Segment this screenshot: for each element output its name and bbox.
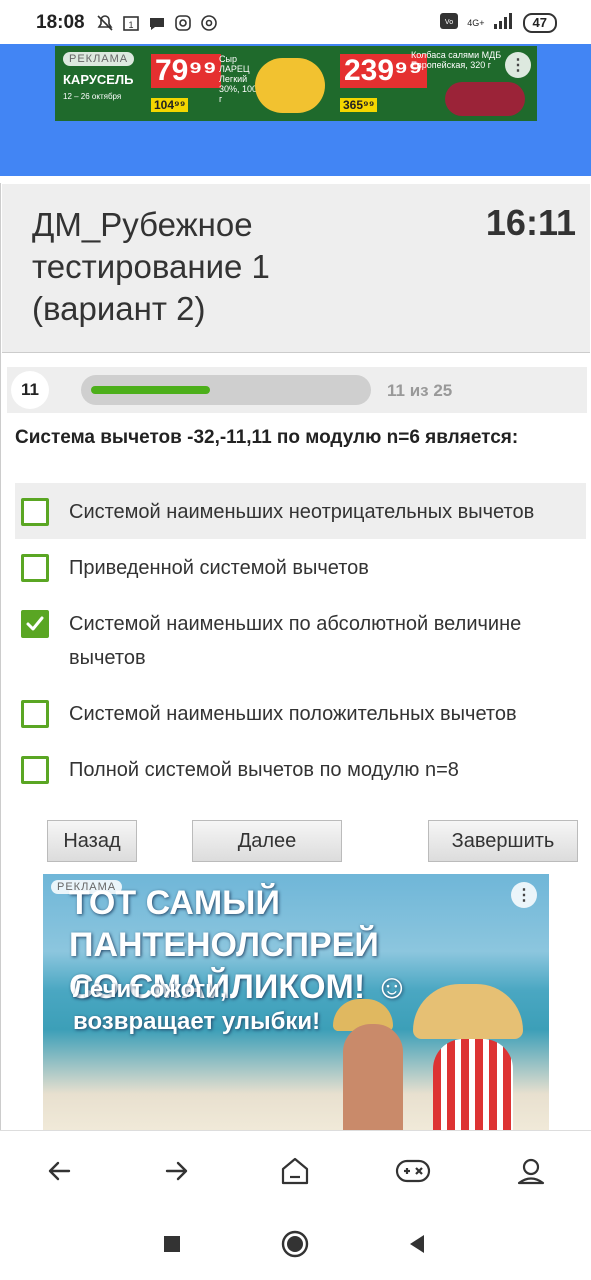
games-icon[interactable] [395, 1153, 431, 1189]
progress-fill [91, 386, 210, 394]
at-sign-icon [200, 14, 218, 37]
recents-icon[interactable] [158, 1230, 186, 1258]
quiz-card: ДМ_Рубежное тестирование 1 (вариант 2) 1… [0, 183, 591, 1133]
back-button[interactable]: Назад [47, 820, 137, 862]
answer-option[interactable]: Системой наименьших по абсолютной величи… [15, 595, 586, 685]
chat-icon [148, 14, 166, 37]
browser-top-band: РЕКЛАМА КАРУСЕЛЬ 12 – 26 октября 79⁹⁹ 10… [0, 44, 591, 176]
ad-product-2: Колбаса салями МДБ Европейская, 320 г [411, 50, 502, 70]
bottom-ad-banner[interactable]: РЕКЛАМА ТОТ САМЫЙ ПАНТЕНОЛСПРЕЙ СО СМАЙЛ… [43, 874, 549, 1133]
back-arrow-icon[interactable] [41, 1153, 77, 1189]
checkbox[interactable] [21, 498, 49, 526]
beach-people-image [323, 984, 523, 1133]
browser-nav-bar [0, 1130, 591, 1209]
answer-option[interactable]: Приведенной системой вычетов [15, 539, 586, 595]
home-icon[interactable] [277, 1153, 313, 1189]
answer-option-label: Приведенной системой вычетов [69, 557, 369, 579]
progress-count: 11 из 25 [387, 381, 453, 400]
sausage-image [445, 82, 525, 116]
ad-badge: РЕКЛАМА [63, 52, 135, 66]
quiz-title: ДМ_Рубежное тестирование 1 (вариант 2) [32, 206, 270, 327]
calendar-icon: 1 [122, 14, 140, 37]
status-right: Vo 4G+ 47 [439, 12, 557, 33]
question-text: Система вычетов -32,-11,11 по модулю n=6… [15, 427, 519, 448]
ad-dates: 12 – 26 октября [63, 92, 122, 101]
checkbox[interactable] [21, 756, 49, 784]
ad-old-price-1: 104⁹⁹ [151, 98, 189, 112]
finish-button[interactable]: Завершить [428, 820, 578, 862]
volte-icon: Vo [439, 12, 459, 33]
answer-option[interactable]: Системой наименьших положительных вычето… [15, 685, 586, 741]
answer-option[interactable]: Системой наименьших неотрицательных выче… [15, 483, 586, 539]
notification-icons: 1 [96, 14, 218, 37]
home-button-icon[interactable] [281, 1230, 309, 1258]
progress-bar [81, 375, 371, 405]
ad-options-icon[interactable]: ⋮ [505, 52, 531, 78]
network-type: 4G+ [467, 17, 485, 28]
quiz-header: ДМ_Рубежное тестирование 1 (вариант 2) 1… [2, 184, 590, 353]
bottom-ad-badge: РЕКЛАМА [51, 880, 123, 894]
bottom-ad-sub-line2: возвращает улыбки! [73, 1008, 321, 1035]
top-ad-banner[interactable]: РЕКЛАМА КАРУСЕЛЬ 12 – 26 октября 79⁹⁹ 10… [55, 46, 537, 121]
ad-brand: КАРУСЕЛЬ [63, 72, 134, 87]
instagram-icon [174, 14, 192, 37]
ad-old-price-2: 365⁹⁹ [340, 98, 378, 112]
system-nav-bar [0, 1208, 591, 1280]
bottom-ad-subtext: Лечит ожоги, возвращает улыбки! [73, 974, 320, 1038]
cheese-image [255, 58, 325, 113]
answer-option-label: Системой наименьших неотрицательных выче… [69, 501, 535, 523]
status-bar: 18:08 1 Vo 4G+ 47 [0, 0, 591, 44]
quiz-timer: 16:11 [485, 202, 576, 243]
bottom-ad-options-icon[interactable]: ⋮ [511, 882, 537, 908]
checkbox[interactable] [21, 554, 49, 582]
svg-text:Vo: Vo [445, 19, 453, 26]
answer-option-label: Системой наименьших положительных вычето… [69, 703, 517, 725]
signal-icon [493, 12, 515, 33]
question-number-badge: 11 [11, 371, 49, 409]
profile-icon[interactable] [513, 1153, 549, 1189]
progress-row: 11 11 из 25 [7, 367, 587, 413]
ad-product-1: Сыр ЛАРЕЦ Легкий 30%, 100 г [219, 54, 258, 104]
system-back-icon[interactable] [403, 1230, 431, 1258]
battery-indicator: 47 [522, 12, 557, 33]
checkmark-icon [26, 616, 44, 631]
checkbox[interactable] [21, 700, 49, 728]
checkbox-checked[interactable] [21, 610, 49, 638]
bottom-ad-headline-line1: ТОТ САМЫЙ ПАНТЕНОЛСПРЕЙ [69, 884, 379, 964]
mute-icon [96, 14, 114, 37]
answer-option-label: Системой наименьших по абсолютной величи… [69, 613, 522, 669]
answer-options: Системой наименьших неотрицательных выче… [15, 483, 586, 797]
answer-option[interactable]: Полной системой вычетов по модулю n=8 [15, 741, 586, 797]
status-time: 18:08 [36, 12, 85, 33]
svg-text:1: 1 [128, 20, 133, 30]
bottom-ad-sub-line1: Лечит ожоги, [73, 976, 227, 1003]
next-button[interactable]: Далее [192, 820, 342, 862]
answer-option-label: Полной системой вычетов по модулю n=8 [69, 759, 459, 781]
forward-arrow-icon[interactable] [159, 1153, 195, 1189]
ad-price-1: 79⁹⁹ [151, 54, 221, 88]
